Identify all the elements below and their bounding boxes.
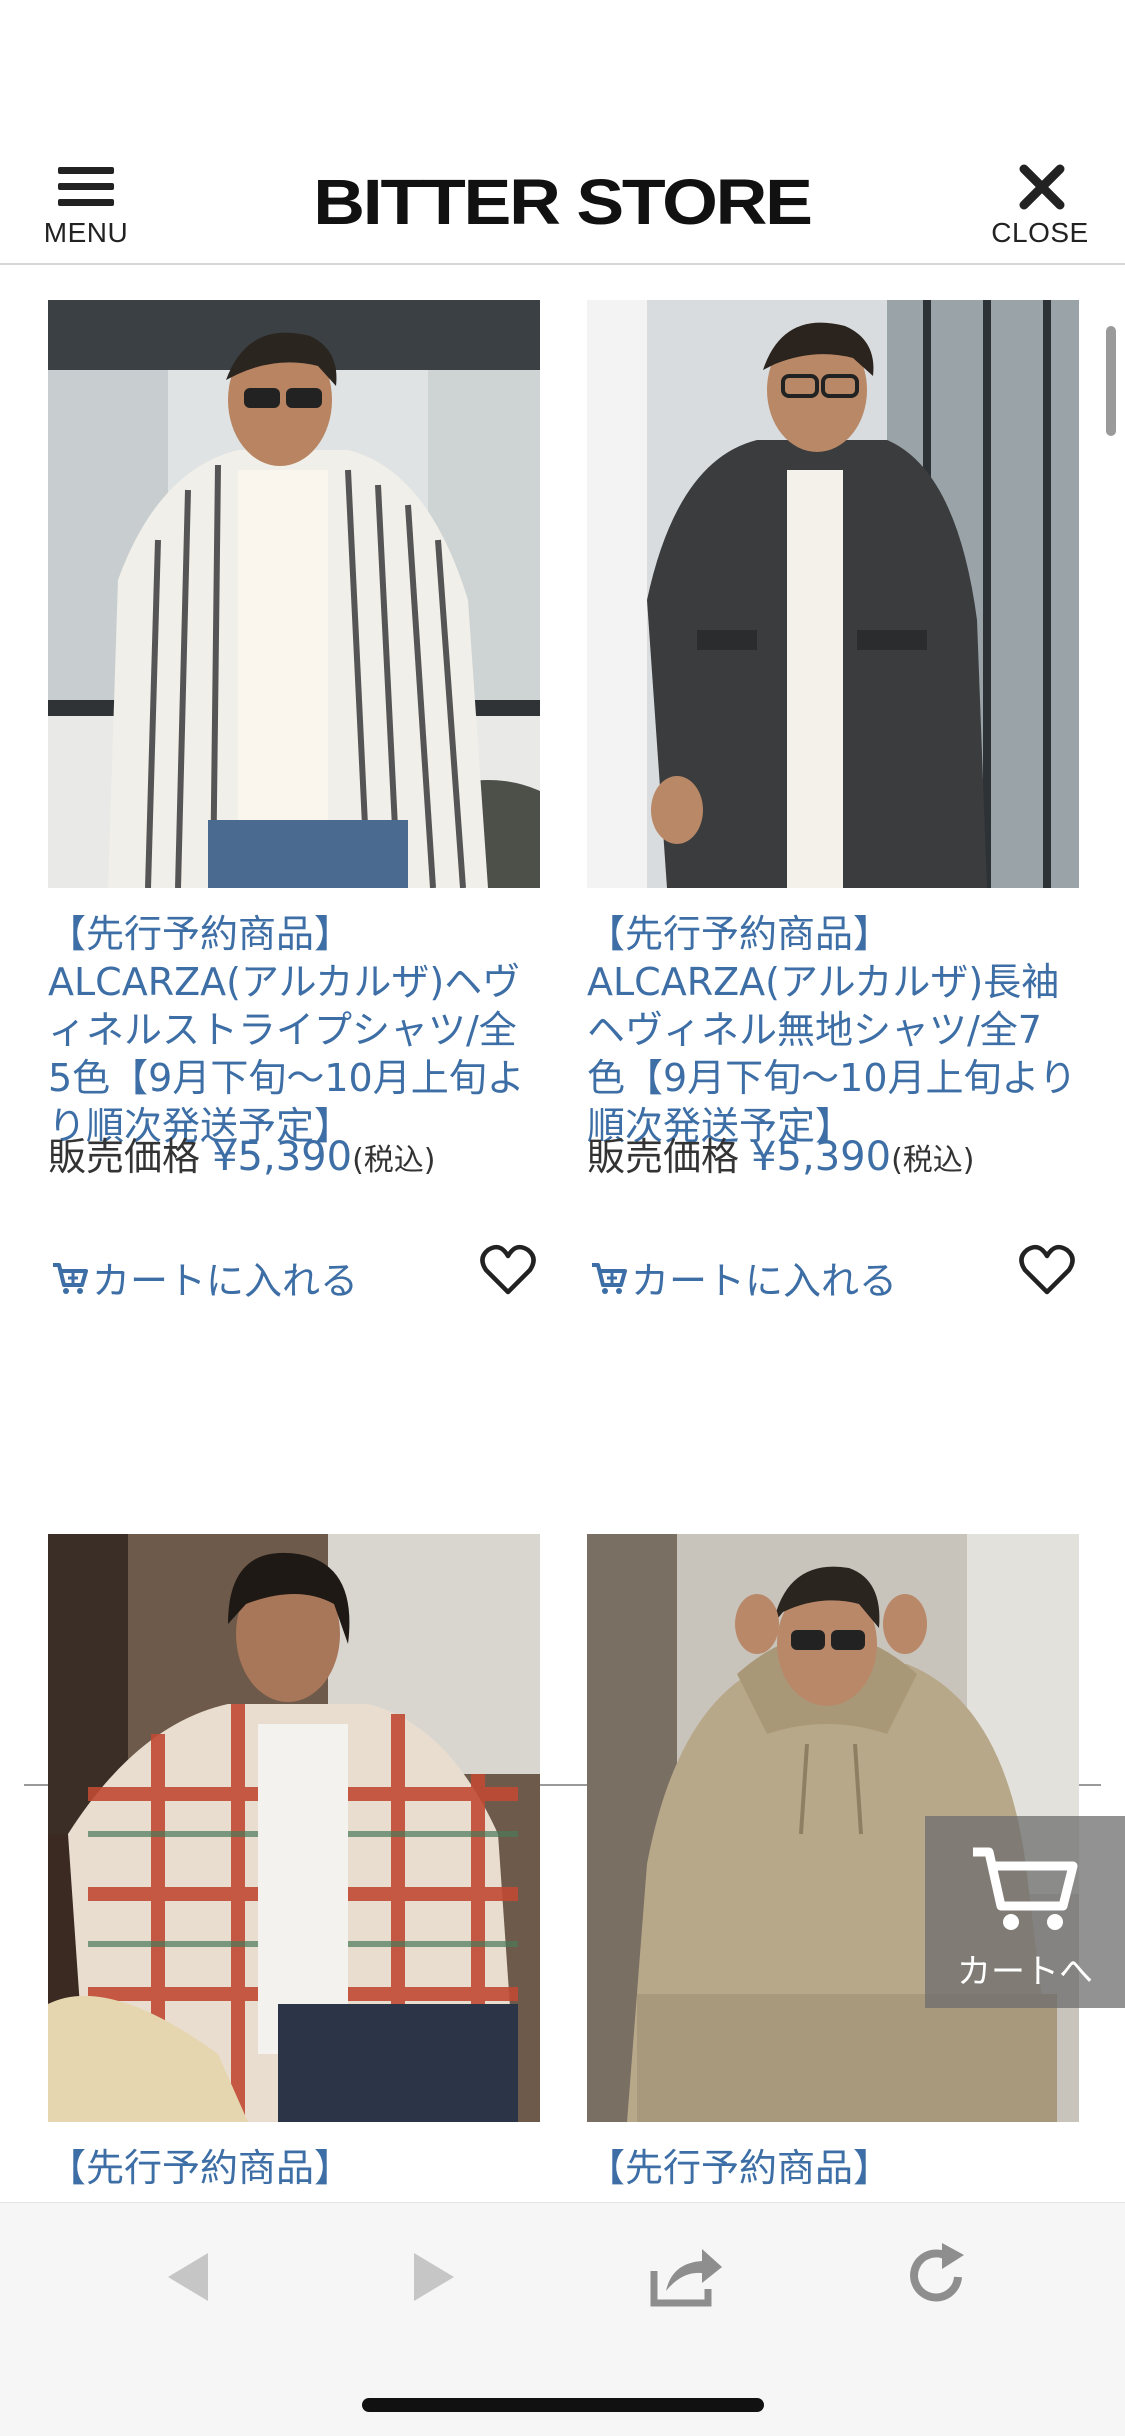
- forward-icon[interactable]: [396, 2237, 476, 2317]
- tax-note: (税込): [891, 1143, 975, 1178]
- share-icon[interactable]: [646, 2237, 726, 2317]
- product-price: 販売価格 ¥5,390(税込): [48, 1126, 540, 1181]
- add-to-cart-button[interactable]: カートに入れる: [50, 1250, 358, 1305]
- add-to-cart-label: カートに入れる: [631, 1259, 898, 1303]
- product-price: 販売価格 ¥5,390(税込): [587, 1126, 1079, 1181]
- site-header: MENU BITTER STORE CLOSE: [0, 145, 1125, 265]
- product-title[interactable]: 【先行予約商品】: [48, 2144, 540, 2192]
- price-label: 販売価格: [48, 1135, 201, 1179]
- close-icon: [1019, 164, 1065, 210]
- cart-icon: [973, 1847, 1078, 1930]
- menu-label: MENU: [43, 217, 129, 248]
- close-button[interactable]: CLOSE: [980, 155, 1100, 255]
- tax-note: (税込): [352, 1143, 436, 1178]
- cart-icon: [53, 1262, 88, 1294]
- price-amount: ¥5,390: [212, 1134, 353, 1180]
- go-to-cart-label: カートへ: [957, 1952, 1093, 1992]
- heart-icon[interactable]: [1019, 1244, 1075, 1296]
- product-photo[interactable]: [48, 300, 540, 888]
- reload-icon[interactable]: [898, 2237, 978, 2317]
- go-to-cart-button[interactable]: カートへ: [925, 1816, 1125, 2008]
- price-amount: ¥5,390: [751, 1134, 892, 1180]
- price-label: 販売価格: [587, 1135, 740, 1179]
- add-to-cart-button[interactable]: カートに入れる: [589, 1250, 897, 1305]
- product-title[interactable]: 【先行予約商品】ALCARZA(アルカルザ)ヘヴィネルストライプシャツ/全5色【…: [48, 910, 540, 1150]
- product-title[interactable]: 【先行予約商品】: [587, 2144, 1079, 2192]
- back-icon[interactable]: [146, 2237, 226, 2317]
- hamburger-icon: [58, 167, 114, 206]
- scrollbar[interactable]: [1106, 326, 1116, 436]
- menu-button[interactable]: MENU: [38, 155, 134, 255]
- product-title[interactable]: 【先行予約商品】ALCARZA(アルカルザ)長袖ヘヴィネル無地シャツ/全7色【9…: [587, 910, 1079, 1150]
- product-photo[interactable]: [48, 1534, 540, 2122]
- home-indicator: [362, 2398, 764, 2412]
- store-logo[interactable]: BITTER STORE: [226, 167, 898, 237]
- product-photo[interactable]: [587, 300, 1079, 888]
- close-label: CLOSE: [991, 217, 1089, 248]
- add-to-cart-label: カートに入れる: [92, 1259, 359, 1303]
- cart-icon: [592, 1262, 627, 1294]
- heart-icon[interactable]: [480, 1244, 536, 1296]
